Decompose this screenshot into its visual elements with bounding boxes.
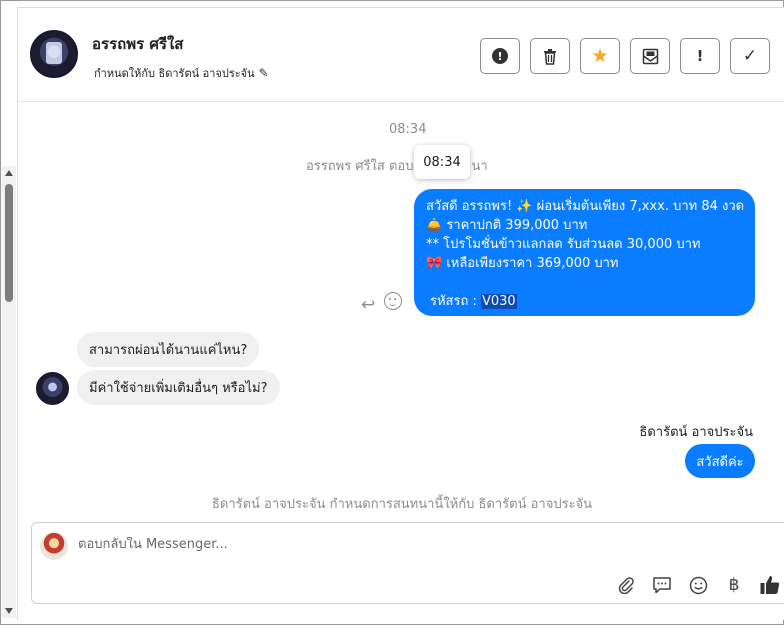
- app-frame: อรรถพร ศรีใส กำหนดให้กับ ธิดารัตน์ อาจปร…: [0, 0, 784, 625]
- emoji-icon[interactable]: [686, 573, 710, 597]
- assignment-text: กำหนดให้กับ ธิดารัตน์ อาจประจัน: [94, 67, 255, 80]
- conversation-header: อรรถพร ศรีใส กำหนดให้กับ ธิดารัตน์ อาจปร…: [18, 8, 784, 102]
- trash-icon: [544, 48, 556, 65]
- done-button[interactable]: ✓: [730, 38, 770, 74]
- scroll-thumb[interactable]: [5, 184, 13, 302]
- saved-replies-icon[interactable]: [650, 573, 674, 597]
- message-line: ** โปรโมชั่นข้าวแลกลด รับส่วนลด 30,000 บ…: [426, 237, 701, 252]
- contact-avatar-small: [36, 372, 69, 405]
- alert-circle-icon: !: [492, 48, 508, 64]
- scroll-up-arrow-icon[interactable]: [5, 170, 13, 176]
- baht-icon[interactable]: ฿: [722, 573, 746, 597]
- exclamation-icon: !: [696, 47, 704, 65]
- delete-button[interactable]: [530, 38, 570, 74]
- composer-tools: ฿: [614, 573, 782, 597]
- spam-button[interactable]: !: [480, 38, 520, 74]
- system-message-top-left: อรรถพร ศรีใส ตอบ: [306, 159, 414, 174]
- contact-name[interactable]: อรรถพร ศรีใส: [92, 32, 183, 56]
- react-emoji-icon[interactable]: [384, 292, 402, 310]
- vertical-scrollbar[interactable]: [2, 166, 16, 618]
- vehicle-code-value: V030: [480, 294, 517, 309]
- message-line: สวัสดี อรรถพร! ✨ ผ่อนเริ่มต้นเพียง 7,xxx…: [426, 199, 745, 214]
- reply-icon[interactable]: ↩: [361, 295, 375, 315]
- system-message-bottom: ธิดารัตน์ อาจประจัน กำหนดการสนทนานี้ให้ก…: [211, 497, 593, 512]
- scroll-down-arrow-icon[interactable]: [5, 608, 13, 614]
- contact-avatar[interactable]: [30, 30, 78, 78]
- time-tooltip: 08:34: [414, 145, 470, 179]
- star-button[interactable]: ★: [580, 38, 620, 74]
- envelope-icon: [642, 48, 658, 64]
- star-icon: ★: [591, 45, 609, 67]
- paperclip-icon[interactable]: [614, 573, 638, 597]
- outgoing-message-bubble[interactable]: สวัสดี อรรถพร! ✨ ผ่อนเริ่มต้นเพียง 7,xxx…: [414, 189, 755, 316]
- check-icon: ✓: [742, 46, 758, 66]
- pencil-icon[interactable]: ✎: [259, 66, 269, 80]
- incoming-message-bubble[interactable]: สามารถผ่อนได้นานแค่ไหน?: [77, 332, 259, 367]
- vehicle-code-label: รหัสรถ :: [430, 294, 481, 309]
- agent-avatar: [40, 532, 68, 560]
- mark-unread-button[interactable]: [630, 38, 670, 74]
- reply-composer: ฿: [31, 522, 784, 604]
- message-line: 🛎️ ราคาปกติ 399,000 บาท: [426, 218, 588, 233]
- incoming-message-bubble[interactable]: มีค่าใช้จ่ายเพิ่มเติมอื่นๆ หรือไม่?: [77, 370, 280, 405]
- reply-input[interactable]: [78, 537, 678, 552]
- message-line: 🎀 เหลือเพียงราคา 369,000 บาท: [426, 256, 619, 271]
- important-button[interactable]: !: [680, 38, 720, 74]
- conversation-panel: อรรถพร ศรีใส กำหนดให้กับ ธิดารัตน์ อาจปร…: [17, 7, 784, 620]
- system-message-top-right: นา: [471, 159, 488, 174]
- assignment-label[interactable]: กำหนดให้กับ ธิดารัตน์ อาจประจัน ✎: [94, 64, 269, 82]
- outgoing-message-bubble[interactable]: สวัสดีค่ะ: [685, 444, 755, 478]
- thumbs-up-icon[interactable]: [758, 573, 782, 597]
- header-actions: ! ★ ! ✓: [480, 38, 770, 74]
- time-divider: 08:34: [389, 122, 427, 137]
- agent-sender-name: ธิดารัตน์ อาจประจัน: [639, 425, 753, 440]
- vehicle-code-line: รหัสรถ : V030: [430, 292, 741, 311]
